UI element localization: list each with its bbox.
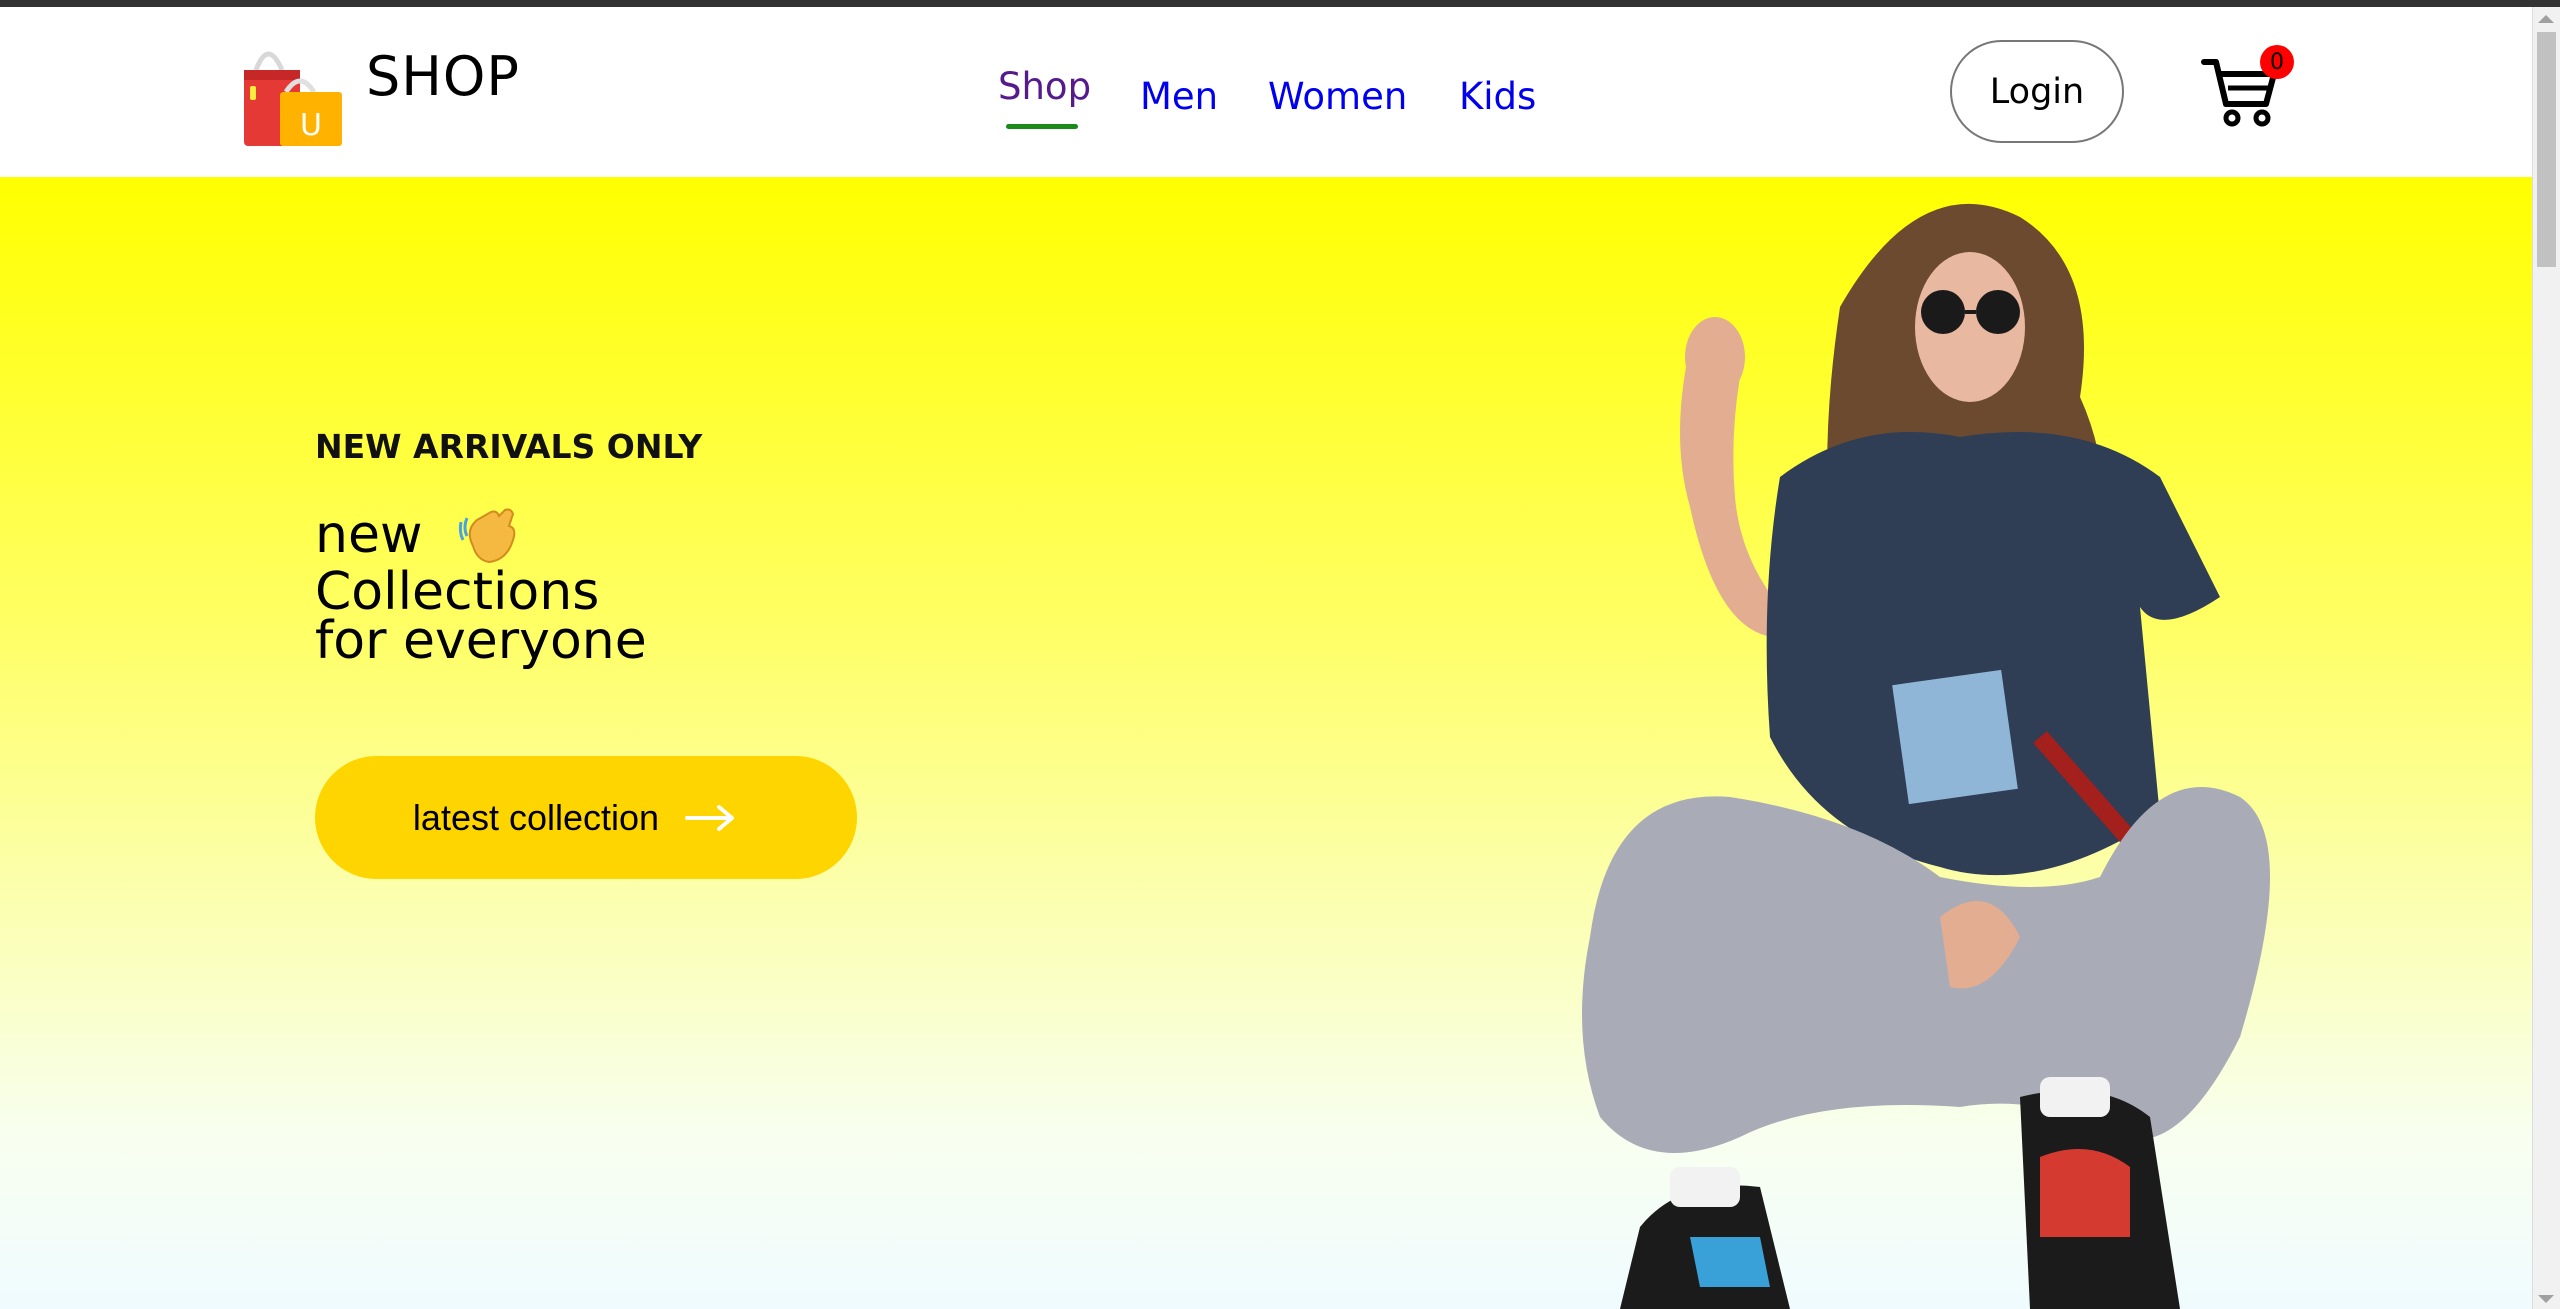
navbar: U SHOP Shop Men Women Kids Login 0: [0, 7, 2532, 177]
scroll-down-arrow-icon[interactable]: [2538, 1295, 2554, 1303]
hero-eyebrow: NEW ARRIVALS ONLY: [315, 427, 703, 466]
shopping-bags-icon[interactable]: U: [238, 42, 348, 152]
scroll-up-arrow-icon[interactable]: [2538, 15, 2554, 23]
logo-letter: U: [300, 108, 322, 143]
waving-hand-icon: [458, 508, 516, 564]
scrollbar-thumb[interactable]: [2537, 32, 2556, 267]
latest-collection-button[interactable]: latest collection: [315, 756, 857, 879]
nav-item-men[interactable]: Men: [1140, 75, 1218, 118]
hero-title-line1: new: [315, 505, 423, 565]
nav-item-kids[interactable]: Kids: [1459, 75, 1536, 118]
hero-banner: NEW ARRIVALS ONLY new Collections for ev…: [0, 177, 2532, 1309]
nav-item-shop[interactable]: Shop: [998, 65, 1091, 108]
cart-count-badge: 0: [2260, 45, 2294, 79]
hero-model-image: [1582, 203, 2270, 1309]
arrow-right-icon: [685, 804, 735, 831]
active-nav-underline: [1006, 124, 1078, 129]
hero-title-line3: for everyone: [315, 611, 647, 671]
login-button[interactable]: Login: [1950, 40, 2124, 143]
brand-name[interactable]: SHOP: [366, 45, 520, 108]
nav-item-women[interactable]: Women: [1268, 75, 1407, 118]
cta-label: latest collection: [412, 796, 660, 838]
browser-top-strip: [0, 0, 2560, 7]
page-scrollbar[interactable]: [2532, 7, 2560, 1309]
